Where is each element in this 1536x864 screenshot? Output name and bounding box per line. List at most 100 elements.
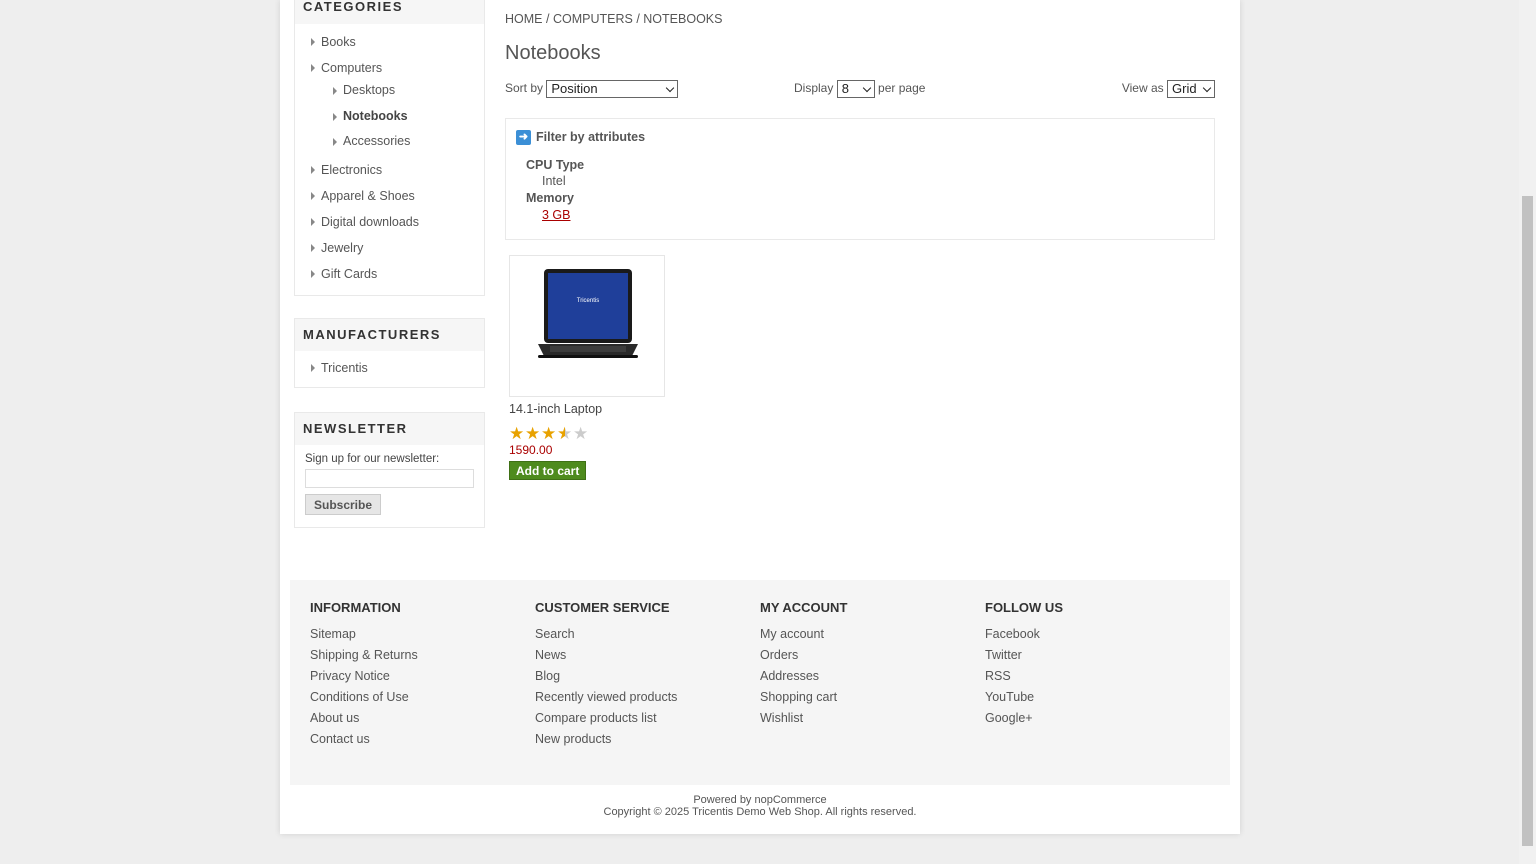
- category-link[interactable]: Accessories: [343, 129, 484, 154]
- triangle-right-icon: [311, 218, 315, 226]
- footer-link[interactable]: Shopping cart: [760, 690, 837, 704]
- footer-link[interactable]: Addresses: [760, 669, 819, 683]
- footer-column-title: MY ACCOUNT: [760, 600, 848, 615]
- category-link[interactable]: Books: [321, 29, 484, 55]
- footer-link[interactable]: Privacy Notice: [310, 669, 390, 683]
- subscribe-button[interactable]: Subscribe: [305, 494, 382, 515]
- footer-link[interactable]: About us: [310, 711, 359, 725]
- categories-block: CATEGORIES Books Computers Desktops Note…: [294, 0, 485, 296]
- breadcrumb-home[interactable]: HOME: [505, 12, 543, 26]
- footer-link[interactable]: Search: [535, 627, 575, 641]
- view-mode-select[interactable]: Grid: [1167, 80, 1215, 98]
- product-item: Tricentis 14.1-inch Laptop ★ ★ ★ ★ ★ 1590.00…: [509, 255, 665, 480]
- manufacturer-link[interactable]: Tricentis: [321, 355, 484, 381]
- category-item-desktops[interactable]: Desktops: [295, 78, 484, 103]
- sort-control: Sort by Position: [505, 80, 679, 98]
- footer-link[interactable]: News: [535, 648, 566, 662]
- display-label: Display: [794, 81, 834, 96]
- footer-link-list: My account Orders Addresses Shopping car…: [760, 627, 847, 732]
- footer-link[interactable]: Shipping & Returns: [310, 648, 418, 662]
- manufacturers-title: MANUFACTURERS: [295, 319, 484, 351]
- footer-link[interactable]: Sitemap: [310, 627, 356, 641]
- breadcrumb-computers[interactable]: COMPUTERS: [553, 12, 633, 26]
- filter-group-name: CPU Type: [526, 158, 585, 172]
- category-link[interactable]: Electronics: [321, 157, 484, 183]
- vertical-scrollbar[interactable]: [1519, 0, 1536, 864]
- master-wrapper: CATEGORIES Books Computers Desktops Note…: [280, 0, 1240, 834]
- categories-title: CATEGORIES: [295, 0, 484, 24]
- powered-prefix: Powered by: [693, 794, 755, 806]
- manufacturer-item-tricentis[interactable]: Tricentis: [295, 355, 484, 381]
- footer-link[interactable]: RSS: [985, 669, 1011, 683]
- triangle-right-icon: [333, 138, 337, 146]
- footer-column-title: INFORMATION: [310, 600, 401, 615]
- manufacturers-list: Tricentis: [295, 351, 484, 387]
- triangle-right-icon: [311, 192, 315, 200]
- view-control: View as Grid: [1122, 80, 1215, 98]
- view-mode-select-value: Grid: [1172, 81, 1197, 96]
- category-item-books[interactable]: Books: [295, 29, 484, 55]
- footer-link[interactable]: Twitter: [985, 648, 1022, 662]
- chevron-down-icon: [666, 83, 675, 93]
- footer-link[interactable]: Facebook: [985, 627, 1040, 641]
- category-link[interactable]: Digital downloads: [321, 209, 484, 235]
- newsletter-email-input[interactable]: [305, 469, 474, 488]
- category-link[interactable]: Jewelry: [321, 235, 484, 261]
- star-icon: ★: [525, 424, 541, 443]
- scrollbar-thumb[interactable]: [1522, 196, 1533, 846]
- sort-select[interactable]: Position: [546, 80, 679, 98]
- category-item-digital-downloads[interactable]: Digital downloads: [295, 209, 484, 235]
- category-link[interactable]: Apparel & Shoes: [321, 183, 484, 209]
- footer-link[interactable]: New products: [535, 732, 611, 746]
- footer-link[interactable]: Contact us: [310, 732, 370, 746]
- footer: INFORMATION Sitemap Shipping & Returns P…: [290, 580, 1230, 785]
- laptop-image: Tricentis: [538, 269, 638, 358]
- filter-group-name: Memory: [526, 191, 574, 205]
- category-link[interactable]: Gift Cards: [321, 261, 484, 287]
- category-item-accessories[interactable]: Accessories: [295, 129, 484, 154]
- breadcrumb-separator: /: [545, 12, 550, 26]
- powered-by: Powered by nopCommerce: [280, 794, 1240, 806]
- footer-link[interactable]: Conditions of Use: [310, 690, 409, 704]
- category-item-jewelry[interactable]: Jewelry: [295, 235, 484, 261]
- footer-column-information: INFORMATION Sitemap Shipping & Returns P…: [310, 600, 418, 753]
- arrow-right-icon: ➜: [516, 130, 531, 145]
- chevron-down-icon: [1202, 83, 1212, 93]
- star-icon: ★: [509, 424, 525, 443]
- filter-value-link[interactable]: 3 GB: [542, 208, 571, 222]
- filter-by-attributes-panel: ➜ Filter by attributes CPU Type Intel Me…: [505, 118, 1215, 240]
- category-item-gift-cards[interactable]: Gift Cards: [295, 261, 484, 287]
- footer-link[interactable]: Recently viewed products: [535, 690, 677, 704]
- product-title[interactable]: 14.1-inch Laptop: [509, 402, 665, 416]
- categories-list: Books Computers Desktops Notebooks Acces…: [295, 24, 484, 295]
- triangle-right-icon: [311, 166, 315, 174]
- category-link[interactable]: Notebooks: [343, 104, 484, 129]
- footer-link[interactable]: Blog: [535, 669, 560, 683]
- category-item-apparel[interactable]: Apparel & Shoes: [295, 183, 484, 209]
- breadcrumb: HOME / COMPUTERS / NOTEBOOKS: [505, 12, 722, 26]
- page-size-select-value: 8: [841, 81, 849, 96]
- add-to-cart-button[interactable]: Add to cart: [509, 461, 587, 480]
- footer-link[interactable]: Wishlist: [760, 711, 803, 725]
- nopcommerce-link[interactable]: nopCommerce: [755, 794, 827, 806]
- category-item-notebooks[interactable]: Notebooks: [295, 104, 484, 129]
- star-icon: ★: [541, 424, 557, 443]
- page-size-select[interactable]: 8: [836, 80, 875, 98]
- triangle-right-icon: [333, 87, 337, 95]
- star-icon: ★: [573, 424, 589, 443]
- per-page-label: per page: [878, 81, 926, 96]
- product-price: 1590.00: [509, 443, 553, 457]
- filter-toggle[interactable]: ➜ Filter by attributes: [516, 129, 645, 145]
- product-picture[interactable]: Tricentis: [509, 255, 665, 397]
- breadcrumb-separator: /: [636, 12, 640, 26]
- footer-link[interactable]: My account: [760, 627, 824, 641]
- footer-link[interactable]: Google+: [985, 711, 1033, 725]
- category-item-electronics[interactable]: Electronics: [295, 157, 484, 183]
- product-rating: ★ ★ ★ ★ ★: [509, 424, 665, 443]
- footer-link[interactable]: Compare products list: [535, 711, 657, 725]
- footer-link[interactable]: Orders: [760, 648, 798, 662]
- footer-link-list: Search News Blog Recently viewed product…: [535, 627, 677, 753]
- footer-link[interactable]: YouTube: [985, 690, 1034, 704]
- category-link[interactable]: Desktops: [343, 78, 484, 103]
- filter-value: Intel: [542, 174, 566, 188]
